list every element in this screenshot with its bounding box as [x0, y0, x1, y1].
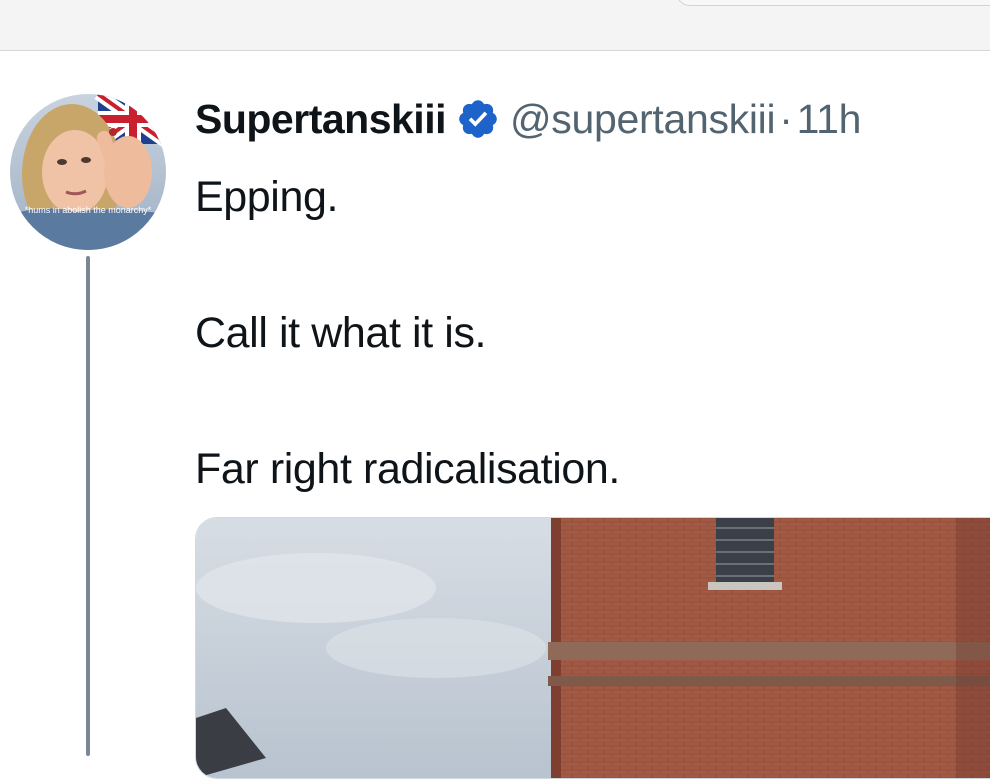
tweet-text-line: Far right radicalisation. — [195, 445, 620, 493]
tweet-text-line — [195, 367, 620, 435]
tweet-text-line — [195, 231, 620, 299]
tweet-text: Epping. Call it what it is. Far right ra… — [195, 163, 620, 503]
browser-top-bar — [0, 0, 990, 51]
timestamp-link[interactable]: 11h — [797, 96, 862, 143]
thread-line — [86, 256, 90, 756]
avatar-image: *hums in abolish the monarchy* — [10, 94, 166, 250]
tweet-media-image[interactable] — [195, 517, 990, 779]
tweet-header: Supertanskiii @supertanskiii · 11h — [195, 94, 861, 144]
tweet[interactable]: *hums in abolish the monarchy* Supertans… — [0, 51, 990, 779]
avatar[interactable]: *hums in abolish the monarchy* — [10, 94, 166, 250]
avatar-caption: *hums in abolish the monarchy* — [25, 205, 152, 215]
separator-dot: · — [779, 95, 793, 142]
handle-link[interactable]: @supertanskiii — [510, 96, 776, 143]
tweet-text-line: Epping. — [195, 173, 339, 221]
verified-badge-icon[interactable] — [456, 97, 500, 141]
search-bar[interactable] — [676, 0, 990, 6]
tweet-text-line: Call it what it is. — [195, 309, 487, 357]
display-name[interactable]: Supertanskiii — [195, 96, 446, 143]
